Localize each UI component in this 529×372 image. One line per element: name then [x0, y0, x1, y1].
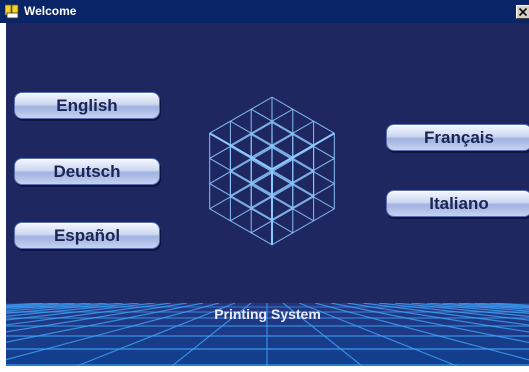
english-button[interactable]: English — [14, 92, 160, 119]
deutsch-button[interactable]: Deutsch — [14, 158, 160, 185]
title-bar: Welcome — [0, 0, 529, 23]
italiano-button[interactable]: Italiano — [386, 190, 529, 217]
espanol-button[interactable]: Español — [14, 222, 160, 249]
window-title: Welcome — [24, 4, 77, 18]
close-icon — [519, 8, 527, 16]
window-bottom-border — [0, 366, 529, 372]
book-app-icon — [4, 4, 20, 19]
wireframe-cube-graphic — [209, 96, 335, 246]
francais-button[interactable]: Français — [386, 124, 529, 151]
welcome-window: Welcome English Deutsch Español Français… — [0, 0, 529, 372]
welcome-content: English Deutsch Español Français Italian… — [6, 23, 529, 366]
product-title: Printing System — [214, 306, 321, 322]
close-button[interactable] — [516, 5, 529, 19]
